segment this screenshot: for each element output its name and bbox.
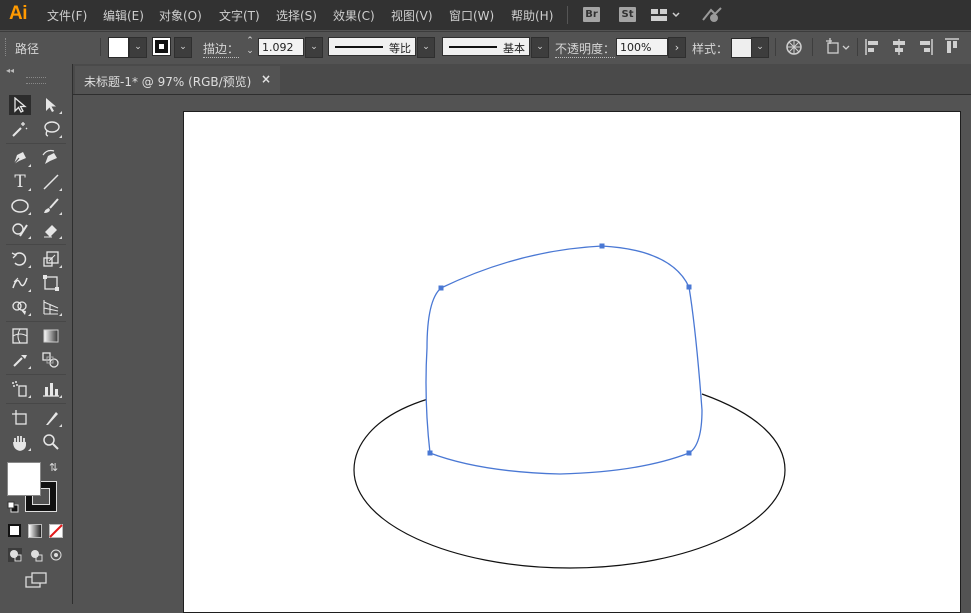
selection-type-label: 路径: [15, 42, 40, 56]
menu-file[interactable]: 文件(F): [47, 7, 87, 24]
draw-behind-icon[interactable]: [29, 548, 43, 565]
eyedropper-tool-icon[interactable]: [9, 350, 31, 370]
menu-help[interactable]: 帮助(H): [511, 7, 553, 24]
menu-edit[interactable]: 编辑(E): [103, 7, 144, 24]
direct-selection-tool-icon[interactable]: [40, 95, 62, 115]
brush-dropdown[interactable]: ⌄: [531, 37, 549, 58]
stroke-weight-dropdown[interactable]: ⌄: [305, 37, 323, 58]
hand-tool-icon[interactable]: [9, 432, 31, 452]
align-right-icon[interactable]: [917, 38, 933, 59]
fill-dropdown[interactable]: ⌄: [129, 37, 147, 58]
eraser-tool-icon[interactable]: [40, 220, 62, 240]
pen-tool-icon[interactable]: [9, 148, 31, 168]
menu-effect[interactable]: 效果(C): [333, 7, 375, 24]
tool-separator: [6, 244, 66, 245]
shaper-tool-icon[interactable]: [9, 220, 31, 240]
control-separator: [100, 38, 101, 56]
menu-separator: [567, 6, 568, 24]
profile-label: 等比: [389, 42, 411, 55]
stroke-dropdown[interactable]: ⌄: [174, 37, 192, 58]
opacity-label[interactable]: 不透明度：: [555, 40, 616, 58]
width-tool-icon[interactable]: [9, 273, 31, 293]
recolor-artwork-icon[interactable]: [785, 38, 803, 59]
menu-view[interactable]: 视图(V): [391, 7, 433, 24]
panel-grip[interactable]: [26, 77, 46, 84]
paintbrush-tool-icon[interactable]: [40, 196, 62, 216]
brush-label: 基本: [503, 42, 525, 55]
variable-width-profile[interactable]: 等比: [328, 37, 416, 56]
lasso-tool-icon[interactable]: [40, 119, 62, 139]
screen-mode-icon[interactable]: [25, 572, 47, 591]
swap-fill-stroke-icon[interactable]: ⇅: [49, 461, 58, 474]
style-dropdown[interactable]: ⌄: [751, 37, 769, 58]
menu-object[interactable]: 对象(O): [159, 7, 202, 24]
free-transform-tool-icon[interactable]: [40, 273, 62, 293]
selection-tool-icon[interactable]: [9, 95, 31, 115]
draw-normal-icon[interactable]: [8, 548, 22, 565]
control-separator: [812, 38, 813, 56]
artboard[interactable]: [183, 111, 961, 613]
stroke-swatch[interactable]: [152, 37, 171, 56]
symbol-sprayer-tool-icon[interactable]: [9, 379, 31, 399]
app-logo: Ai: [9, 3, 28, 24]
gpu-performance-icon[interactable]: [701, 6, 723, 27]
gradient-tool-icon[interactable]: [40, 326, 62, 346]
magic-wand-tool-icon[interactable]: [9, 119, 31, 139]
menu-window[interactable]: 窗口(W): [449, 7, 494, 24]
stroke-weight-input[interactable]: 1.092: [258, 38, 304, 56]
stroke-weight-label[interactable]: 描边：: [203, 40, 240, 58]
type-tool-icon[interactable]: T: [9, 172, 31, 192]
brush-definition[interactable]: 基本: [442, 37, 530, 56]
control-separator: [857, 38, 858, 56]
line-segment-tool-icon[interactable]: [40, 172, 62, 192]
blend-tool-icon[interactable]: [40, 350, 62, 370]
gradient-mode-icon[interactable]: [28, 524, 42, 538]
fill-color-box[interactable]: [7, 462, 41, 496]
menu-select[interactable]: 选择(S): [276, 7, 317, 24]
tool-separator: [6, 374, 66, 375]
profile-dropdown[interactable]: ⌄: [417, 37, 435, 58]
graphic-style-swatch[interactable]: [731, 38, 752, 58]
go-to-stock-button[interactable]: St: [619, 7, 636, 22]
default-fill-stroke-icon[interactable]: [7, 501, 19, 516]
control-bar-grip: [5, 38, 8, 56]
document-tab-title: 未标题-1* @ 97% (RGB/预览): [84, 75, 252, 89]
menu-type[interactable]: 文字(T): [219, 7, 260, 24]
workspace-arrange-icon[interactable]: [651, 8, 681, 25]
mesh-tool-icon[interactable]: [9, 326, 31, 346]
perspective-grid-tool-icon[interactable]: [40, 297, 62, 317]
fill-swatch[interactable]: [108, 37, 129, 58]
align-horizontal-center-icon[interactable]: [891, 38, 907, 59]
opacity-arrow[interactable]: ›: [668, 37, 686, 58]
none-mode-icon[interactable]: [49, 524, 63, 541]
tool-separator: [6, 403, 66, 404]
color-mode-icon[interactable]: [8, 524, 21, 537]
align-top-icon[interactable]: [944, 38, 960, 59]
shape-builder-tool-icon[interactable]: [9, 297, 31, 317]
tool-separator: [6, 143, 66, 144]
control-separator: [775, 38, 776, 56]
style-label: 样式：: [692, 42, 729, 56]
curvature-tool-icon[interactable]: [40, 148, 62, 168]
ellipse-tool-icon[interactable]: [9, 196, 31, 216]
draw-inside-icon[interactable]: [49, 548, 63, 565]
scale-tool-icon[interactable]: [40, 249, 62, 269]
opacity-input[interactable]: 100%: [616, 38, 668, 56]
align-left-icon[interactable]: [865, 38, 881, 59]
stroke-weight-stepper[interactable]: ⌃ ⌄: [244, 36, 256, 58]
column-graph-tool-icon[interactable]: [40, 379, 62, 399]
zoom-tool-icon[interactable]: [40, 432, 62, 452]
rotate-tool-icon[interactable]: [9, 249, 31, 269]
tool-separator: [6, 321, 66, 322]
go-to-bridge-button[interactable]: Br: [583, 7, 600, 22]
close-document-icon[interactable]: ×: [261, 72, 271, 86]
collapse-panel-icon[interactable]: ◂◂: [6, 66, 14, 75]
artboard-tool-icon[interactable]: [9, 408, 31, 428]
slice-tool-icon[interactable]: [40, 408, 62, 428]
transform-icon[interactable]: [826, 38, 852, 59]
